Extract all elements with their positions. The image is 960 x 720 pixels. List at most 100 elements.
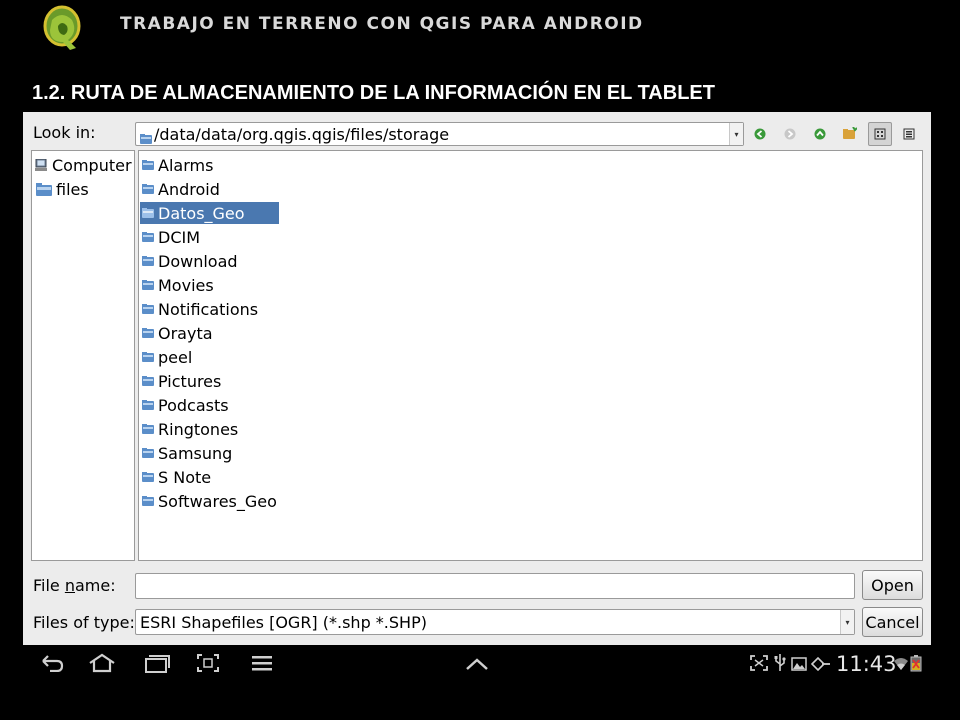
folder-icon [142, 160, 154, 170]
open-button[interactable]: Open [862, 570, 923, 600]
screenshot-icon [196, 653, 220, 677]
list-item-s-note[interactable]: S Note [140, 466, 215, 488]
debug-status [810, 653, 832, 677]
list-item-label: Download [158, 251, 238, 271]
back-button[interactable] [748, 122, 772, 146]
file-dialog: Look in: /data/data/org.qgis.qgis/files/… [23, 112, 931, 645]
chevron-down-icon[interactable]: ▾ [840, 610, 854, 634]
folder-icon [142, 232, 154, 242]
list-item-pictures[interactable]: Pictures [140, 370, 225, 392]
list-item-label: Softwares_Geo [158, 491, 277, 511]
folder-icon [142, 256, 154, 266]
list-item-movies[interactable]: Movies [140, 274, 218, 296]
chevron-up-icon [465, 656, 489, 675]
list-item-label: Alarms [158, 155, 214, 175]
file-type-label: Files of type: [33, 613, 135, 632]
debug-icon [810, 656, 831, 675]
list-item-notifications[interactable]: Notifications [140, 298, 262, 320]
folder-icon [142, 280, 154, 290]
recent-apps-nav-button[interactable] [141, 653, 171, 677]
list-item-dcim[interactable]: DCIM [140, 226, 204, 248]
computer-icon [34, 159, 48, 171]
list-item-ringtones[interactable]: Ringtones [140, 418, 242, 440]
look-in-label: Look in: [33, 123, 96, 142]
back-icon [38, 654, 64, 676]
battery-icon [910, 654, 922, 676]
list-item-datos-geo[interactable]: Datos_Geo [140, 202, 279, 224]
folder-icon [142, 304, 154, 314]
file-type-combobox[interactable]: ESRI Shapefiles [OGR] (*.shp *.SHP) ▾ [135, 609, 855, 635]
expand-nav-button[interactable] [462, 653, 492, 677]
list-item-peel[interactable]: peel [140, 346, 196, 368]
parent-directory-button[interactable] [808, 122, 832, 146]
detail-view-icon [903, 125, 915, 144]
recent-apps-icon [142, 653, 170, 677]
sidebar-item-files[interactable]: files [36, 178, 89, 200]
folder-icon [142, 424, 154, 434]
list-item-label: Podcasts [158, 395, 229, 415]
usb-icon [774, 654, 786, 676]
folder-icon [36, 182, 52, 196]
android-system-bar: 11:43 [0, 645, 960, 685]
section-title: 1.2. RUTA DE ALMACENAMIENTO DE LA INFORM… [32, 82, 715, 104]
detail-view-button[interactable] [897, 122, 921, 146]
new-folder-button[interactable] [838, 122, 862, 146]
list-item-orayta[interactable]: Orayta [140, 322, 217, 344]
list-view-button[interactable] [868, 122, 892, 146]
forward-button[interactable] [778, 122, 802, 146]
list-item-samsung[interactable]: Samsung [140, 442, 236, 464]
list-item-alarms[interactable]: Alarms [140, 154, 217, 176]
folder-icon [142, 376, 154, 386]
battery-status [908, 653, 924, 677]
file-list: Alarms Android Datos_Geo DCIM Download M… [138, 150, 923, 561]
sidebar-places: Computer files [31, 150, 135, 561]
sidebar-item-computer[interactable]: Computer [34, 154, 132, 176]
list-item-label: Movies [158, 275, 214, 295]
list-item-label: Pictures [158, 371, 222, 391]
folder-icon [142, 352, 154, 362]
wifi-status [893, 653, 909, 677]
look-in-path: /data/data/org.qgis.qgis/files/storage [154, 125, 450, 144]
screenshot-status [748, 653, 770, 677]
folder-icon [142, 472, 154, 482]
menu-icon [251, 655, 273, 675]
folder-icon [142, 400, 154, 410]
list-item-label: Samsung [158, 443, 233, 463]
list-item-label: Android [158, 179, 220, 199]
list-item-label: Orayta [158, 323, 213, 343]
forward-icon [784, 125, 796, 144]
home-nav-button[interactable] [87, 653, 117, 677]
file-name-label: File name: [33, 576, 116, 595]
folder-icon [142, 448, 154, 458]
screenshot-nav-button[interactable] [193, 653, 223, 677]
wifi-icon [894, 656, 908, 675]
cancel-button[interactable]: Cancel [862, 607, 923, 637]
list-item-label: DCIM [158, 227, 201, 247]
list-item-android[interactable]: Android [140, 178, 224, 200]
sidebar-item-label: Computer [52, 155, 132, 175]
image-icon [791, 656, 807, 675]
new-folder-icon [843, 125, 858, 144]
list-item-label: Datos_Geo [158, 203, 245, 223]
list-item-download[interactable]: Download [140, 250, 242, 272]
back-nav-button[interactable] [36, 653, 66, 677]
usb-status [772, 653, 788, 677]
home-icon [88, 653, 116, 677]
look-in-combobox[interactable]: /data/data/org.qgis.qgis/files/storage ▾ [135, 122, 744, 146]
list-item-label: S Note [158, 467, 212, 487]
screenshot-icon [750, 655, 768, 675]
list-item-podcasts[interactable]: Podcasts [140, 394, 233, 416]
list-item-softwares-geo[interactable]: Softwares_Geo [140, 490, 281, 512]
file-name-input[interactable] [135, 573, 855, 599]
folder-icon [142, 208, 154, 218]
list-item-label: Ringtones [158, 419, 239, 439]
chevron-down-icon[interactable]: ▾ [729, 123, 743, 145]
back-icon [754, 125, 766, 144]
folder-icon [140, 129, 152, 148]
parent-directory-icon [814, 125, 826, 144]
file-type-value: ESRI Shapefiles [OGR] (*.shp *.SHP) [140, 613, 427, 632]
menu-nav-button[interactable] [247, 653, 277, 677]
folder-icon [142, 184, 154, 194]
list-view-icon [874, 125, 886, 144]
qgis-logo [42, 4, 86, 54]
